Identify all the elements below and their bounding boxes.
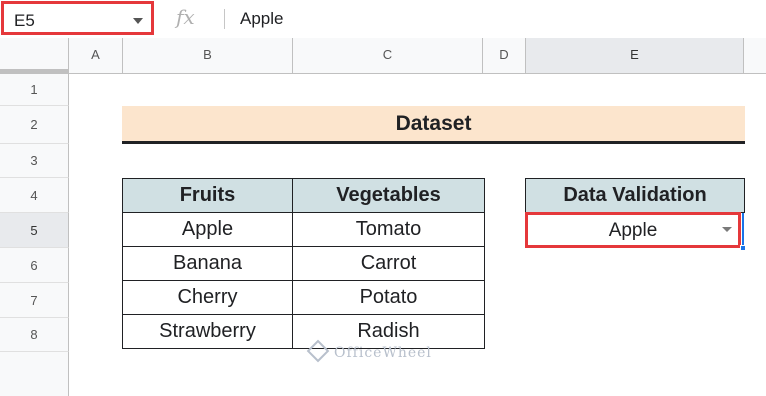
chevron-down-icon[interactable] xyxy=(133,18,143,24)
table-header-row: Fruits Vegetables xyxy=(122,178,485,213)
dropdown-arrow-icon[interactable] xyxy=(722,227,732,232)
table-cell[interactable]: Apple xyxy=(122,212,293,247)
officewheel-logo-icon xyxy=(306,339,330,363)
row-header-1[interactable]: 1 xyxy=(0,74,69,106)
column-header-d[interactable]: D xyxy=(483,38,526,74)
fx-icon: fx xyxy=(176,5,195,29)
watermark: OfficeWheel xyxy=(306,339,432,363)
row-header-empty xyxy=(0,352,69,396)
column-header-c[interactable]: C xyxy=(293,38,483,74)
formula-bar: E5 fx Apple xyxy=(0,0,766,39)
data-validation-dropdown[interactable]: Apple xyxy=(525,212,741,248)
table-cell[interactable]: Potato xyxy=(292,280,485,315)
column-header-a[interactable]: A xyxy=(69,38,123,74)
select-all-corner[interactable] xyxy=(0,38,69,74)
column-header-b[interactable]: B xyxy=(123,38,293,74)
table-cell[interactable]: Carrot xyxy=(292,246,485,281)
fill-handle[interactable] xyxy=(740,245,746,251)
name-box[interactable]: E5 xyxy=(1,1,154,35)
formula-input[interactable]: Apple xyxy=(240,9,283,29)
name-box-value: E5 xyxy=(14,11,35,30)
table-cell[interactable]: Cherry xyxy=(122,280,293,315)
row-header-5[interactable]: 5 xyxy=(0,213,69,248)
row-header-6[interactable]: 6 xyxy=(0,248,69,283)
selection-border xyxy=(742,213,744,248)
row-header-8[interactable]: 8 xyxy=(0,318,69,352)
table-cell[interactable]: Banana xyxy=(122,246,293,281)
row-header-3[interactable]: 3 xyxy=(0,144,69,178)
row-header-2[interactable]: 2 xyxy=(0,106,69,144)
watermark-text: OfficeWheel xyxy=(334,345,432,361)
divider xyxy=(224,9,225,29)
column-header-e[interactable]: E xyxy=(526,38,744,74)
data-validation-header[interactable]: Data Validation xyxy=(525,178,745,213)
column-header-overflow xyxy=(744,38,766,74)
dataset-title[interactable]: Dataset xyxy=(122,106,745,144)
row-header-7[interactable]: 7 xyxy=(0,283,69,318)
fruits-vegetables-table: Fruits Vegetables Apple Tomato Banana Ca… xyxy=(122,178,485,349)
table-row: Cherry Potato xyxy=(122,280,485,315)
table-cell[interactable]: Tomato xyxy=(292,212,485,247)
table-row: Apple Tomato xyxy=(122,212,485,247)
header-cell-fruits[interactable]: Fruits xyxy=(122,178,293,213)
table-row: Banana Carrot xyxy=(122,246,485,281)
header-cell-vegetables[interactable]: Vegetables xyxy=(292,178,485,213)
row-header-4[interactable]: 4 xyxy=(0,178,69,213)
table-cell[interactable]: Strawberry xyxy=(122,314,293,349)
